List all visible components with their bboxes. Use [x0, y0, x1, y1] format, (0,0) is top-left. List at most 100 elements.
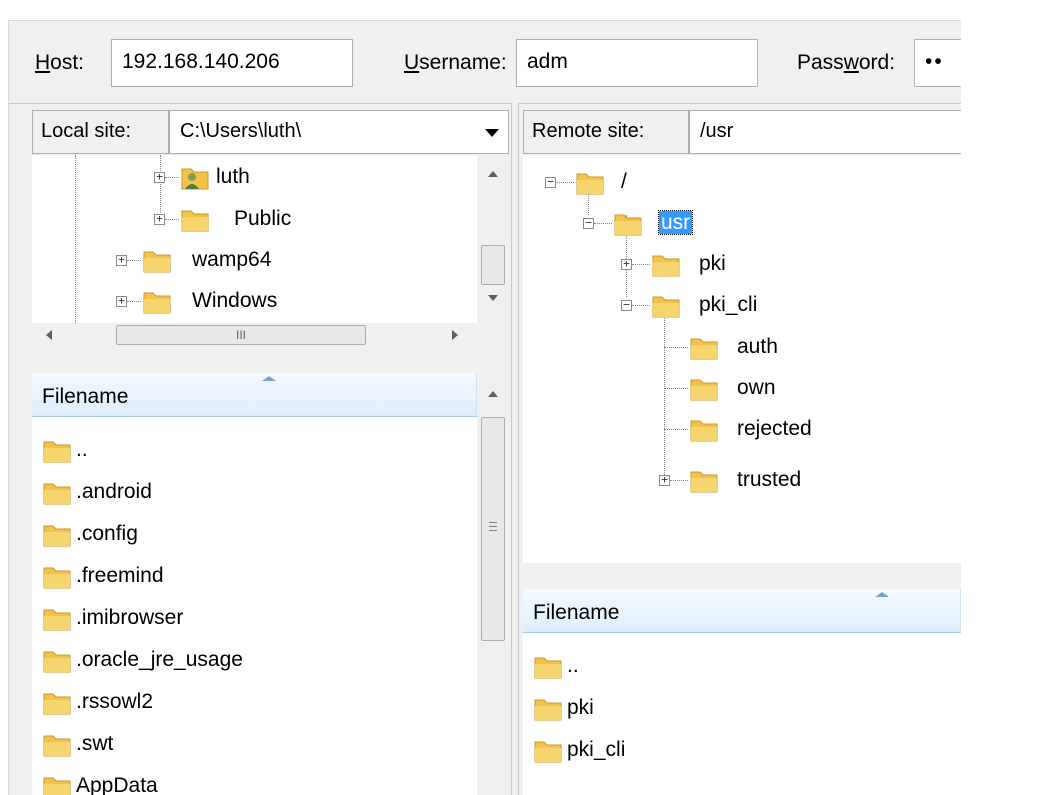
local-site-bar: Local site: C:\Users\luth\	[32, 110, 509, 154]
tree-item-public[interactable]: Public	[234, 203, 291, 235]
quickconnect-bar: Host: 192.168.140.206 Username: adm Pass…	[9, 21, 961, 103]
column-header-label: Filename	[533, 601, 620, 624]
tree-connector	[670, 480, 688, 481]
tree-item-own[interactable]: own	[737, 372, 776, 404]
tree-connector	[664, 347, 688, 348]
folder-icon	[613, 209, 643, 237]
local-list-vscroll[interactable]	[477, 373, 509, 795]
remote-filename-column-header[interactable]: Filename	[523, 589, 961, 633]
tree-item-windows[interactable]: Windows	[192, 285, 277, 317]
list-item[interactable]: .imibrowser	[76, 597, 183, 639]
password-input[interactable]: ••	[914, 39, 961, 87]
tree-item-rejected[interactable]: rejected	[737, 413, 812, 445]
folder-icon	[42, 646, 72, 674]
folder-icon	[42, 772, 72, 795]
tree-connector	[127, 260, 141, 261]
host-input[interactable]: 192.168.140.206	[111, 39, 353, 87]
tree-connector	[556, 182, 574, 183]
list-item[interactable]: pki	[567, 687, 594, 729]
remote-site-bar: Remote site: /usr	[523, 110, 961, 154]
remote-file-list: Filename .. pki pki_cli	[523, 589, 961, 795]
folder-icon	[42, 562, 72, 590]
local-tree-vscroll[interactable]	[477, 155, 509, 323]
username-label: Username:	[404, 51, 507, 74]
list-item[interactable]: ..	[567, 645, 579, 687]
column-header-label: Filename	[42, 385, 129, 408]
local-filename-column-header[interactable]: Filename	[32, 373, 477, 417]
list-item[interactable]: .android	[76, 471, 152, 513]
folder-icon	[42, 478, 72, 506]
folder-icon	[533, 736, 563, 764]
list-item[interactable]: .swt	[76, 723, 113, 765]
tree-item-trusted[interactable]: trusted	[737, 464, 801, 496]
expand-icon[interactable]: +	[659, 474, 670, 486]
scroll-thumb[interactable]	[481, 417, 505, 641]
filezilla-window: Host: 192.168.140.206 Username: adm Pass…	[8, 20, 961, 795]
folder-icon	[42, 688, 72, 716]
scroll-thumb[interactable]: III	[116, 325, 366, 345]
tree-item-usr[interactable]: usr	[657, 207, 694, 239]
remote-site-label: Remote site:	[523, 110, 689, 154]
expand-icon[interactable]: +	[116, 295, 127, 307]
collapse-icon[interactable]: −	[621, 299, 632, 311]
list-item[interactable]: AppData	[76, 765, 158, 795]
grip-line	[489, 526, 497, 527]
tree-item-pki-cli[interactable]: pki_cli	[699, 289, 757, 321]
folder-icon	[42, 520, 72, 548]
collapse-icon[interactable]: −	[545, 176, 556, 188]
tree-connector	[127, 301, 141, 302]
list-item[interactable]: .config	[76, 513, 138, 555]
scroll-down-icon[interactable]	[488, 295, 498, 301]
tree-item-root[interactable]: /	[621, 166, 627, 198]
chevron-down-icon[interactable]	[485, 129, 499, 137]
selected-label: usr	[657, 210, 694, 235]
expand-icon[interactable]: +	[154, 213, 165, 225]
tree-connector	[165, 177, 179, 178]
local-tree-hscroll[interactable]: III	[32, 323, 509, 347]
list-item[interactable]: .rssowl2	[76, 681, 153, 723]
scroll-left-icon[interactable]	[46, 330, 52, 340]
folder-icon	[689, 333, 719, 361]
grip-line	[489, 530, 497, 531]
expand-icon[interactable]: +	[154, 171, 165, 183]
tree-guide-line	[75, 155, 76, 347]
tree-guide-line	[664, 305, 665, 485]
tree-connector	[664, 388, 688, 389]
expand-icon[interactable]: +	[621, 258, 632, 270]
folder-icon	[651, 250, 681, 278]
tree-item-auth[interactable]: auth	[737, 331, 778, 363]
list-item[interactable]: pki_cli	[567, 729, 625, 771]
folder-icon	[180, 205, 210, 233]
scroll-up-icon[interactable]	[488, 171, 498, 177]
folder-icon	[42, 604, 72, 632]
tree-item-pki[interactable]: pki	[699, 248, 726, 280]
tree-connector	[664, 429, 688, 430]
folder-icon	[142, 246, 172, 274]
local-site-label: Local site:	[32, 110, 169, 154]
collapse-icon[interactable]: −	[583, 217, 594, 229]
password-label: Password:	[797, 51, 896, 74]
folder-icon	[42, 730, 72, 758]
grip-line	[489, 522, 497, 523]
tree-item-wamp64[interactable]: wamp64	[192, 244, 271, 276]
username-input[interactable]: adm	[516, 39, 758, 87]
remote-tree-panel: − / − usr + pki − pki_cli auth own rejec…	[523, 155, 961, 563]
pane-splitter[interactable]	[511, 103, 519, 795]
scroll-up-icon[interactable]	[488, 391, 498, 397]
list-item[interactable]: .oracle_jre_usage	[76, 639, 243, 681]
list-item[interactable]: .freemind	[76, 555, 164, 597]
user-folder-icon	[180, 163, 210, 191]
scroll-grip: III	[235, 328, 246, 342]
folder-icon	[651, 291, 681, 319]
scroll-right-icon[interactable]	[452, 330, 458, 340]
quickconnect-divider	[9, 103, 961, 104]
expand-icon[interactable]: +	[116, 254, 127, 266]
scroll-thumb[interactable]	[481, 245, 505, 285]
folder-icon	[142, 287, 172, 315]
remote-site-path[interactable]: /usr	[689, 110, 961, 154]
tree-item-luth[interactable]: luth	[216, 161, 250, 193]
tree-connector	[632, 264, 650, 265]
list-item[interactable]: ..	[76, 429, 88, 471]
sort-ascending-icon	[875, 592, 889, 597]
local-site-path[interactable]: C:\Users\luth\	[169, 110, 509, 154]
